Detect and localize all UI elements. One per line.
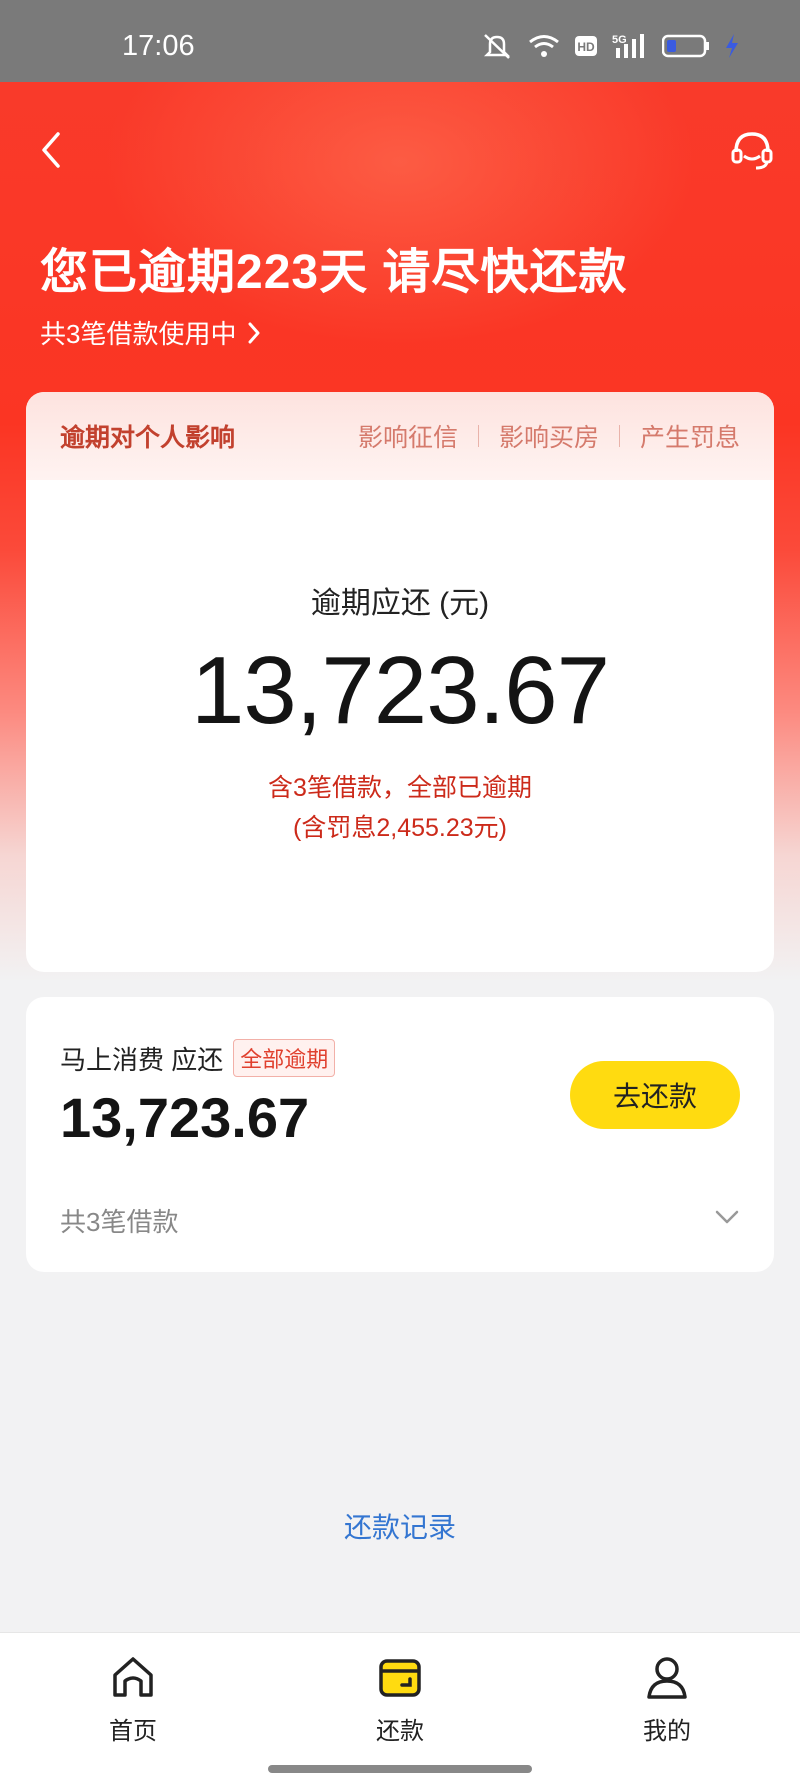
chevron-right-icon: [248, 322, 260, 343]
penalty-note-line: (含罚息2,455.23元): [293, 814, 507, 842]
chevron-down-icon[interactable]: [714, 1207, 740, 1227]
impact-tag: 产生罚息: [639, 424, 740, 452]
battery-icon: [661, 34, 710, 63]
loans-in-use-link[interactable]: 共3笔借款使用中: [40, 314, 262, 351]
status-icons: HD 5G: [480, 32, 740, 65]
wallet-icon: [379, 1659, 421, 1697]
repay-button[interactable]: 去还款: [570, 1061, 740, 1129]
charging-icon: [724, 33, 740, 64]
bottom-tab-bar: 首页 还款 我的: [0, 1632, 800, 1787]
overdue-amount-label: 逾期应还 (元): [310, 587, 490, 620]
overdue-note: 含3笔借款，全部已逾期 (含罚息2,455.23元): [26, 768, 774, 848]
svg-text:HD: HD: [577, 40, 595, 54]
back-button[interactable]: [32, 128, 72, 172]
loan-card-header: 马上消费 应还 全部逾期: [60, 1039, 336, 1077]
repayment-history-link[interactable]: 还款记录: [0, 1506, 800, 1546]
loan-count-toggle[interactable]: 共3笔借款: [60, 1202, 178, 1239]
headset-icon: [731, 132, 773, 170]
chevron-left-icon: [42, 132, 60, 168]
mute-icon: [480, 32, 514, 65]
status-time: 17:06: [122, 30, 195, 62]
loan-provider-label: 马上消费 应还: [60, 1044, 224, 1075]
overdue-amount: 13,723.67: [190, 637, 610, 744]
loan-amount: 13,723.67: [60, 1086, 310, 1149]
wifi-icon: [528, 33, 560, 64]
impact-tag: 影响买房: [498, 424, 599, 452]
tab-label: 首页: [109, 1718, 157, 1745]
divider: [477, 425, 479, 447]
overdue-summary-card: 逾期对个人影响 影响征信 影响买房 产生罚息 逾期应还 (元) 13,723.6…: [26, 392, 774, 972]
impact-tag: 影响征信: [357, 424, 458, 452]
hd-icon: HD: [574, 35, 598, 62]
divider: [618, 425, 620, 447]
tab-label: 我的: [643, 1718, 691, 1745]
tab-repayment[interactable]: 还款: [340, 1653, 460, 1746]
home-indicator[interactable]: [268, 1765, 532, 1773]
home-icon: [113, 1657, 153, 1697]
status-bar: 17:06 HD 5G: [0, 0, 800, 82]
tab-label: 还款: [376, 1718, 424, 1745]
tab-profile[interactable]: 我的: [607, 1653, 727, 1746]
impact-tags: 影响征信 影响买房 产生罚息: [358, 418, 740, 454]
tab-home[interactable]: 首页: [73, 1653, 193, 1746]
status-badge: 全部逾期: [233, 1039, 336, 1077]
signal-5g-icon: 5G: [612, 32, 648, 65]
overdue-impact-bar[interactable]: 逾期对个人影响 影响征信 影响买房 产生罚息: [26, 392, 774, 480]
loan-card: 马上消费 应还 全部逾期 13,723.67 去还款 共3笔借款: [26, 997, 774, 1272]
overdue-note-line: 含3笔借款，全部已逾期: [268, 774, 532, 802]
user-icon: [647, 1657, 687, 1699]
page-title: 您已逾期223天 请尽快还款: [40, 246, 628, 299]
loans-in-use-label: 共3笔借款使用中: [40, 319, 237, 349]
customer-service-button[interactable]: [728, 126, 776, 174]
impact-title: 逾期对个人影响: [60, 424, 236, 452]
